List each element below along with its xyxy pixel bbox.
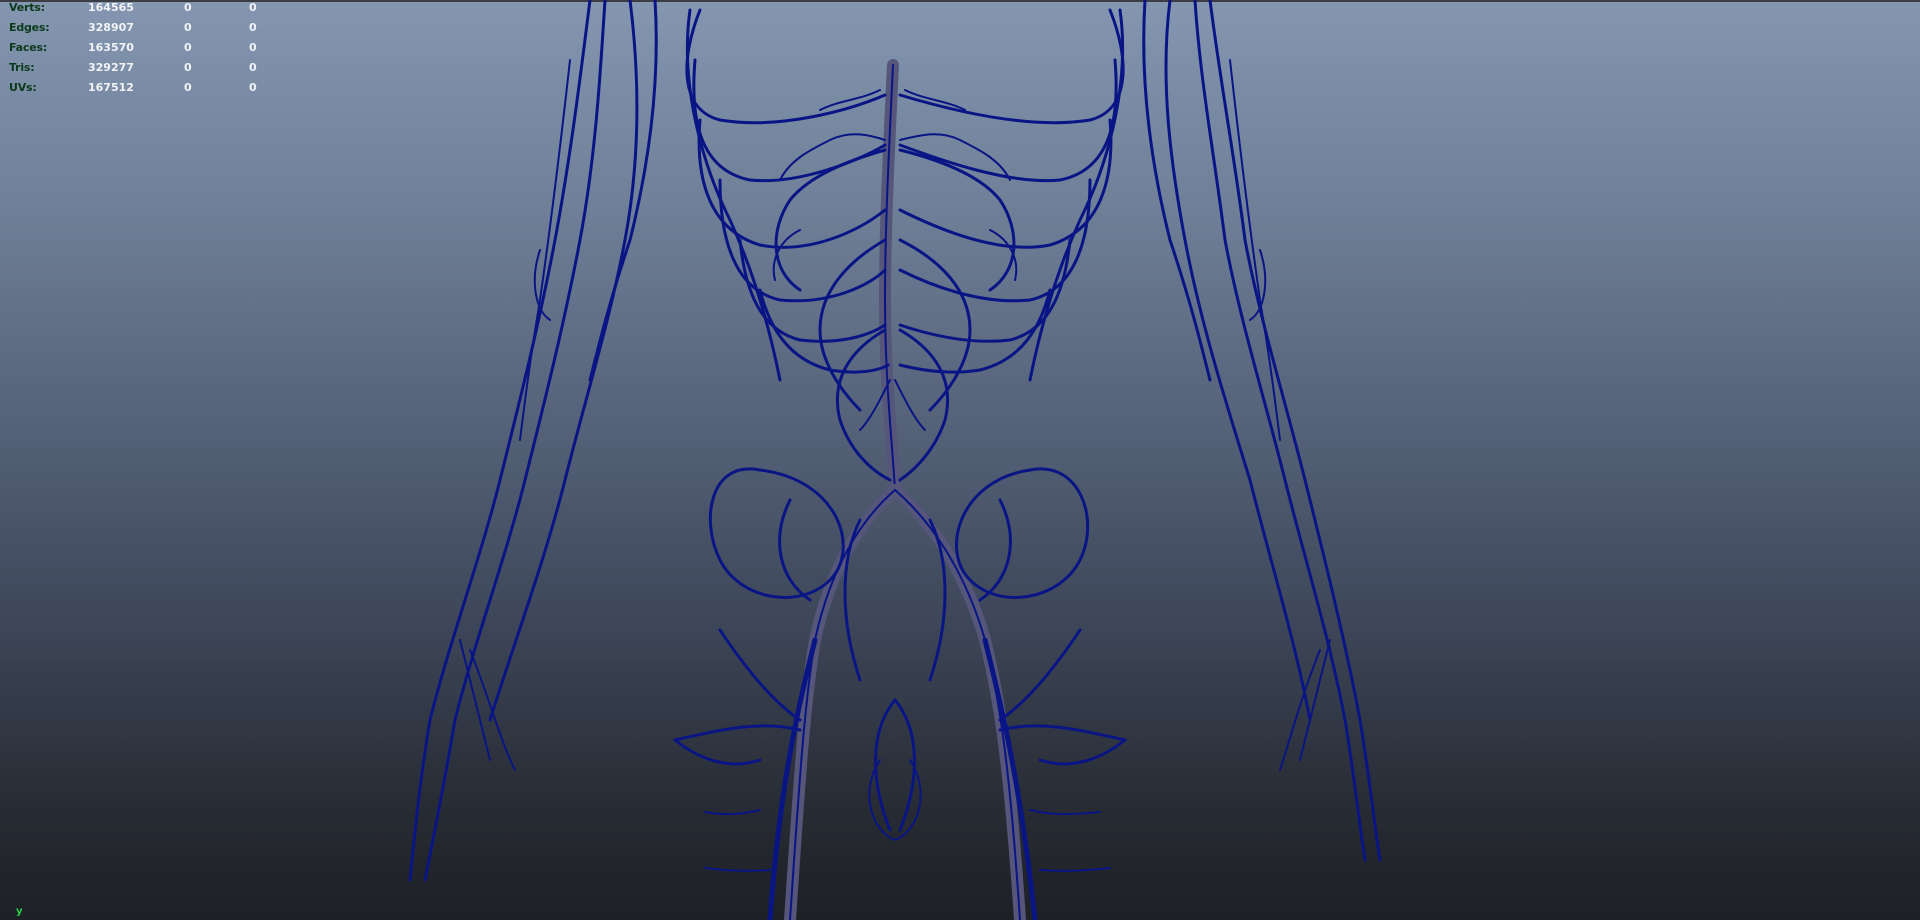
hud-tris-triangles: 0 <box>249 61 257 74</box>
hud-verts-selected: 0 <box>184 1 192 14</box>
hud-faces-value: 163570 <box>88 41 134 54</box>
view-axis-indicator: y <box>16 906 23 917</box>
hud-edges-triangles: 0 <box>249 21 257 34</box>
hud-faces-triangles: 0 <box>249 41 257 54</box>
hud-row-uvs: UVs: 167512 0 0 <box>0 81 280 99</box>
hud-uvs-selected: 0 <box>184 81 192 94</box>
hud-faces-label: Faces: <box>9 41 48 54</box>
poly-count-hud: Verts: 164565 0 0 Edges: 328907 0 0 Face… <box>0 0 280 100</box>
vascular-mesh-model[interactable] <box>0 0 1920 920</box>
hud-row-faces: Faces: 163570 0 0 <box>0 41 280 59</box>
hud-uvs-label: UVs: <box>9 81 37 94</box>
hud-uvs-value: 167512 <box>88 81 134 94</box>
hud-edges-value: 328907 <box>88 21 134 34</box>
hud-tris-selected: 0 <box>184 61 192 74</box>
hud-row-edges: Edges: 328907 0 0 <box>0 21 280 39</box>
hud-row-tris: Tris: 329277 0 0 <box>0 61 280 79</box>
hud-faces-selected: 0 <box>184 41 192 54</box>
hud-verts-label: Verts: <box>9 1 45 14</box>
hud-tris-value: 329277 <box>88 61 134 74</box>
hud-uvs-triangles: 0 <box>249 81 257 94</box>
hud-tris-label: Tris: <box>9 61 35 74</box>
hud-row-verts: Verts: 164565 0 0 <box>0 1 280 19</box>
hud-edges-label: Edges: <box>9 21 50 34</box>
maya-viewport[interactable]: Verts: 164565 0 0 Edges: 328907 0 0 Face… <box>0 0 1920 920</box>
hud-verts-value: 164565 <box>88 1 134 14</box>
hud-edges-selected: 0 <box>184 21 192 34</box>
hud-verts-triangles: 0 <box>249 1 257 14</box>
